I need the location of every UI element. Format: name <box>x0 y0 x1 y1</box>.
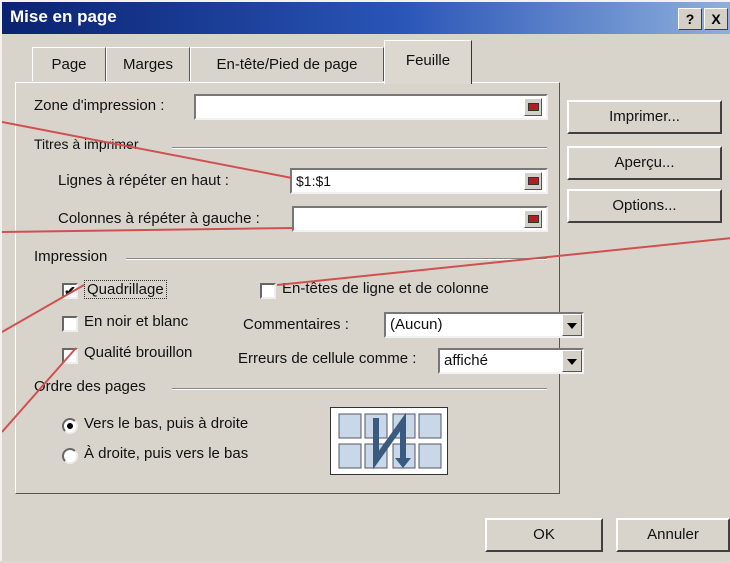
page-setup-dialog: Mise en page ? X Page Marges En-tête/Pie… <box>0 0 730 561</box>
tab-sheet[interactable]: Feuille <box>384 40 472 84</box>
callout-lines <box>2 121 730 433</box>
